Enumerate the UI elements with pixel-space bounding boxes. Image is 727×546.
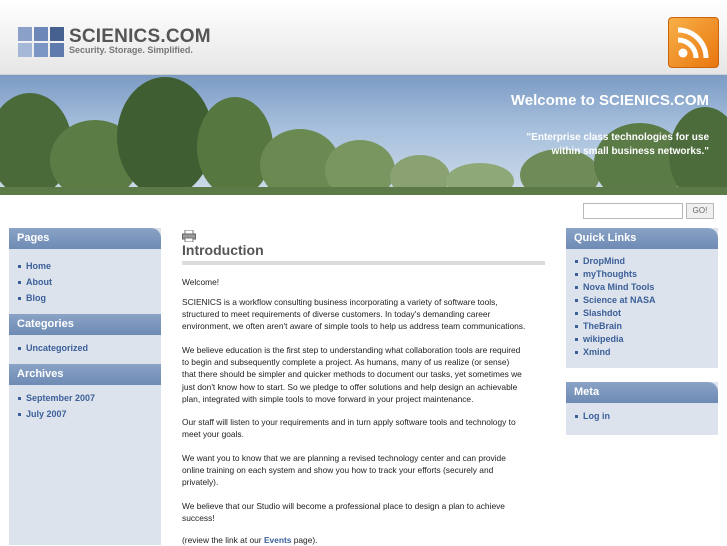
- bullet-icon: [575, 338, 578, 342]
- paragraph-line: SCIENICS is a workflow consulting busine…: [182, 297, 498, 307]
- paragraph: Our staff will listen to your requiremen…: [182, 416, 545, 440]
- quick-link-nova-mind-tools[interactable]: Nova Mind Tools: [566, 282, 654, 292]
- paragraph: SCIENICS is a workflow consulting busine…: [182, 296, 545, 333]
- site-header: SCIENICS.COM Security. Storage. Simplifi…: [0, 0, 727, 75]
- paragraph: We want you to know that we are planning…: [182, 452, 545, 489]
- banner-quote-line: within small business networks.": [551, 146, 709, 157]
- bullet-icon: [575, 286, 578, 290]
- sidebar-item-home[interactable]: Home: [9, 261, 51, 271]
- search-go-button[interactable]: GO!: [686, 203, 714, 219]
- paragraph-text: (review the link at our: [182, 535, 264, 545]
- sidebar-item-blog[interactable]: Blog: [9, 293, 46, 303]
- bullet-icon: [575, 260, 578, 264]
- quick-link-wikipedia[interactable]: wikipedia: [566, 334, 624, 344]
- quick-link-xmind[interactable]: Xmind: [566, 347, 611, 357]
- paragraph-line: privately).: [182, 477, 219, 488]
- quick-link-label[interactable]: myThoughts: [583, 269, 637, 279]
- left-sidebar: Pages Home About Blog Categories Uncateg…: [9, 228, 161, 545]
- sidebar-item-label[interactable]: Uncategorized: [26, 343, 88, 353]
- paragraph-line: Our staff will listen to your requiremen…: [182, 417, 516, 427]
- bullet-icon: [575, 415, 578, 419]
- paragraph-line: success!: [182, 513, 215, 524]
- rss-feed-glyph: [677, 27, 709, 59]
- paragraph-line: We want you to know that we are planning…: [182, 453, 506, 463]
- paragraph: (review the link at our Events page).: [182, 534, 545, 546]
- sidebar-item-uncategorized[interactable]: Uncategorized: [9, 343, 88, 353]
- paragraph: We believe education is the first step t…: [182, 344, 545, 405]
- quick-link-label[interactable]: Slashdot: [583, 308, 621, 318]
- page-title: Introduction: [182, 242, 264, 258]
- sidebar-item-label[interactable]: About: [26, 277, 52, 287]
- sidebar-item-label[interactable]: Blog: [26, 293, 46, 303]
- quick-link-label[interactable]: TheBrain: [583, 321, 622, 331]
- bullet-icon: [18, 347, 21, 351]
- paragraph-line: online training on each system and show …: [182, 465, 494, 476]
- title-divider: [182, 261, 545, 265]
- print-icon[interactable]: [182, 230, 196, 242]
- meta-panel: Meta Log in: [566, 382, 718, 435]
- sidebar-item-september-2007[interactable]: September 2007: [9, 393, 95, 403]
- logo-square: [50, 27, 64, 41]
- quick-links-panel: Quick Links DropMind myThoughts Nova Min…: [566, 228, 718, 368]
- hero-banner: Welcome to SCIENICS.COM "Enterprise clas…: [0, 75, 727, 195]
- quick-link-mythoughts[interactable]: myThoughts: [566, 269, 637, 279]
- site-tagline: Security. Storage. Simplified.: [69, 45, 193, 55]
- quick-link-dropmind[interactable]: DropMind: [566, 256, 625, 266]
- events-link[interactable]: Events: [264, 535, 291, 545]
- paragraph-line: meet your goals.: [182, 429, 244, 440]
- paragraph-text: page).: [291, 535, 318, 545]
- bullet-icon: [575, 273, 578, 277]
- banner-quote-line: "Enterprise class technologies for use: [526, 132, 709, 143]
- paragraph-line: We believe education is the first step t…: [182, 345, 521, 355]
- quick-link-slashdot[interactable]: Slashdot: [566, 308, 621, 318]
- search-input[interactable]: [583, 203, 683, 219]
- categories-heading: Categories: [9, 314, 161, 335]
- pages-heading: Pages: [9, 228, 161, 249]
- bullet-icon: [18, 297, 21, 301]
- logo-square: [18, 43, 32, 57]
- paragraph-line: We believe that our Studio will become a…: [182, 501, 505, 511]
- paragraph-line: environment, we often aren't aware of si…: [182, 321, 526, 332]
- paragraph-line: that there should be simpler and quicker…: [182, 369, 522, 380]
- meta-item-log-in[interactable]: Log in: [566, 411, 610, 421]
- meta-heading: Meta: [566, 382, 718, 403]
- paragraph-line: plan, integrated with simple tools to mo…: [182, 393, 474, 404]
- sidebar-item-about[interactable]: About: [9, 277, 52, 287]
- paragraph-line: just don't know how to start. So we pled…: [182, 381, 518, 392]
- bullet-icon: [18, 265, 21, 269]
- paragraph: We believe that our Studio will become a…: [182, 500, 545, 524]
- logo-square: [34, 43, 48, 57]
- bullet-icon: [575, 351, 578, 355]
- paragraph-line: to begin and subsequently complete a pro…: [182, 357, 510, 368]
- rss-feed-icon[interactable]: [668, 17, 719, 68]
- sidebar-item-label[interactable]: September 2007: [26, 393, 95, 403]
- logo-square: [34, 27, 48, 41]
- logo-icon[interactable]: [18, 27, 64, 57]
- quick-link-thebrain[interactable]: TheBrain: [566, 321, 622, 331]
- bullet-icon: [18, 397, 21, 401]
- sidebar-item-july-2007[interactable]: July 2007: [9, 409, 67, 419]
- quick-link-science-at-nasa[interactable]: Science at NASA: [566, 295, 656, 305]
- quick-link-label[interactable]: Nova Mind Tools: [583, 282, 654, 292]
- bullet-icon: [18, 281, 21, 285]
- sidebar-item-label[interactable]: Home: [26, 261, 51, 271]
- logo-square: [18, 27, 32, 41]
- archives-heading: Archives: [9, 364, 161, 385]
- paragraph-line: structured to meet requirements of diver…: [182, 309, 491, 320]
- banner-title: Welcome to SCIENICS.COM: [510, 92, 709, 109]
- sidebar-item-label[interactable]: July 2007: [26, 409, 67, 419]
- bullet-icon: [575, 299, 578, 303]
- bullet-icon: [575, 325, 578, 329]
- logo-square: [50, 43, 64, 57]
- quick-links-heading: Quick Links: [566, 228, 718, 249]
- quick-link-label[interactable]: Science at NASA: [583, 295, 656, 305]
- bullet-icon: [18, 413, 21, 417]
- meta-item-label[interactable]: Log in: [583, 411, 610, 421]
- quick-link-label[interactable]: Xmind: [583, 347, 611, 357]
- quick-link-label[interactable]: DropMind: [583, 256, 625, 266]
- quick-link-label[interactable]: wikipedia: [583, 334, 624, 344]
- bullet-icon: [575, 312, 578, 316]
- paragraph: Welcome!: [182, 277, 220, 287]
